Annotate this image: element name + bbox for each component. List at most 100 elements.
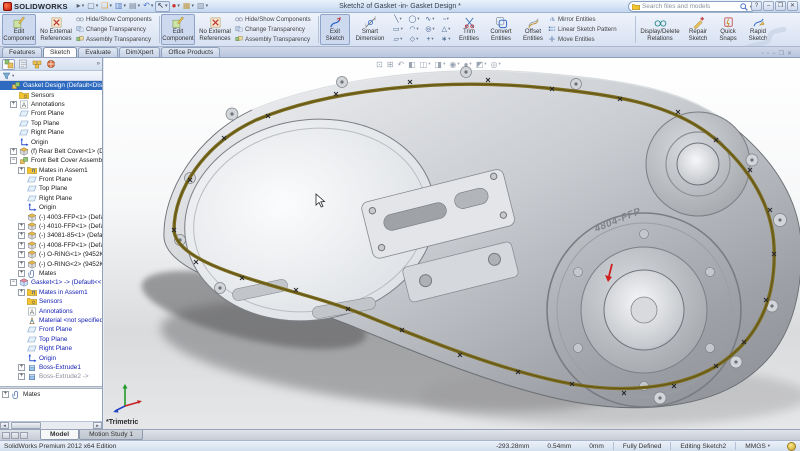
tree-expander-icon[interactable]: + xyxy=(18,223,25,230)
no-external-references-button-2[interactable]: No External References xyxy=(195,14,235,45)
tree-item[interactable]: +Mates xyxy=(0,269,102,278)
app-logo[interactable]: SOLIDWORKS xyxy=(0,2,68,11)
select-cursor-button[interactable]: ↖▾ xyxy=(155,1,169,12)
tree-item[interactable]: +Mates xyxy=(0,390,102,399)
polygon-tool-button[interactable]: △▾ xyxy=(438,25,454,35)
search-box[interactable]: Search files and models ▾ xyxy=(628,1,756,12)
trim-entities-button[interactable]: Trim Entities xyxy=(454,14,484,45)
assembly-transparency-button[interactable]: Assembly Transparency xyxy=(76,35,158,44)
zoom-area-button[interactable]: ⊞ xyxy=(387,61,394,69)
tree-item[interactable]: +(-) O-RING<2> (9452K7 xyxy=(0,259,102,268)
hide-show-components-button-2[interactable]: Hide/Show Components xyxy=(235,15,317,24)
doc-window-button[interactable]: ▫ xyxy=(762,51,764,57)
file-properties-button[interactable]: ▦▾ xyxy=(182,1,195,12)
doc-window-button[interactable]: ❐ xyxy=(779,50,784,57)
tree-item[interactable]: +(-) 4008-FFP<1> (Defau xyxy=(0,241,102,250)
tree-expander-icon[interactable]: + xyxy=(18,242,25,249)
graphics-viewport[interactable]: 4804-FFP xyxy=(104,58,800,429)
rectangle-tool-button[interactable]: ▭▾ xyxy=(390,25,406,35)
edit-appearance-button[interactable]: ●▾ xyxy=(464,61,472,69)
tree-item[interactable]: Top Plane xyxy=(0,184,102,193)
tree-item[interactable]: Top Plane xyxy=(0,335,102,344)
search-icon[interactable] xyxy=(740,3,748,11)
view-orientation-button[interactable]: ◫▾ xyxy=(420,61,431,69)
tree-expander-icon[interactable]: + xyxy=(10,148,17,155)
tree-expander-icon[interactable]: + xyxy=(18,289,25,296)
tree-item[interactable]: Sensors xyxy=(0,297,102,306)
options-button[interactable]: ▧▾ xyxy=(196,1,209,12)
quick-tips-icon[interactable] xyxy=(787,442,796,451)
tree-expander-icon[interactable]: + xyxy=(18,261,25,268)
tab-features[interactable]: Features xyxy=(2,47,42,57)
splitter-button[interactable] xyxy=(20,432,28,439)
tab-motion-study[interactable]: Motion Study 1 xyxy=(79,430,143,440)
tree-expander-icon[interactable]: + xyxy=(18,270,25,277)
tree-item[interactable]: Right Plane xyxy=(0,344,102,353)
restore-button[interactable]: ❐ xyxy=(775,1,786,11)
edit-component-button-2[interactable]: Edit Component xyxy=(161,14,195,45)
splitter-button[interactable] xyxy=(2,432,10,439)
tree-item[interactable]: Sensors xyxy=(0,90,102,99)
text-tool-button[interactable]: ∗▾ xyxy=(438,35,454,45)
change-transparency-button[interactable]: Change Transparency xyxy=(76,25,158,34)
tab-dimxpert[interactable]: DimXpert xyxy=(119,47,160,57)
tree-expander-icon[interactable]: + xyxy=(10,101,17,108)
minimize-button[interactable]: – xyxy=(763,1,774,11)
linear-sketch-pattern-button[interactable]: Linear Sketch Pattern xyxy=(548,25,634,34)
exit-sketch-button[interactable]: Exit Sketch xyxy=(320,14,350,45)
tree-expander-icon[interactable]: + xyxy=(18,167,25,174)
tree-expander-icon[interactable]: + xyxy=(18,251,25,258)
assembly-transparency-button-2[interactable]: Assembly Transparency xyxy=(235,35,317,44)
point-tool-button[interactable]: ◇▾ xyxy=(406,35,422,45)
view-settings-button[interactable]: ◎▾ xyxy=(491,61,501,69)
tab-sketch[interactable]: Sketch xyxy=(43,47,77,57)
tree-item[interactable]: Origin xyxy=(0,137,102,146)
undo-button[interactable]: ↶▾ xyxy=(142,1,154,12)
tree-item[interactable]: +(-) 34081-85<1> (Defaul xyxy=(0,231,102,240)
splitter-button[interactable] xyxy=(11,432,19,439)
tree-item[interactable]: Top Plane xyxy=(0,119,102,128)
tab-office-products[interactable]: Office Products xyxy=(161,47,220,57)
tree-expander-icon[interactable]: − xyxy=(10,157,17,164)
panel-tabs-overflow[interactable]: » xyxy=(97,61,100,67)
tree-item[interactable]: Origin xyxy=(0,203,102,212)
panel-horizontal-scrollbar[interactable]: ◂ ▸ xyxy=(0,421,102,429)
convert-entities-button[interactable]: Convert Entities xyxy=(484,14,518,45)
scroll-thumb[interactable] xyxy=(11,422,41,429)
tree-item[interactable]: −Front Belt Cover Assembly< xyxy=(0,156,102,165)
display-delete-relations-button[interactable]: Display/Delete Relations xyxy=(637,14,683,45)
tree-item[interactable]: Front Plane xyxy=(0,109,102,118)
property-manager-tab[interactable] xyxy=(16,59,29,70)
section-view-button[interactable]: ◧ xyxy=(408,61,416,69)
apply-scene-button[interactable]: ◩▾ xyxy=(476,61,487,69)
help-button[interactable]: ? xyxy=(751,1,762,11)
zoom-fit-button[interactable]: ⊡ xyxy=(376,61,383,69)
tree-item[interactable]: AAnnotations xyxy=(0,306,102,315)
tree-item[interactable]: Origin xyxy=(0,353,102,362)
spline-tool-button[interactable]: ∿▾ xyxy=(422,15,438,25)
units-selector[interactable]: MMGS▾ xyxy=(736,443,779,450)
smart-dimension-button[interactable]: Smart Dimension xyxy=(350,14,390,45)
tree-expander-icon[interactable]: + xyxy=(18,232,25,239)
construction-tool-button[interactable]: ▫▾ xyxy=(438,15,454,25)
repair-sketch-button[interactable]: Repair Sketch xyxy=(683,14,713,45)
new-document-button[interactable]: ▢▾ xyxy=(86,1,99,12)
tree-item[interactable]: Right Plane xyxy=(0,194,102,203)
arc-tool-button[interactable]: ◠▾ xyxy=(406,25,422,35)
tree-item[interactable]: +(-) O-RING<1> (9452K1 xyxy=(0,250,102,259)
doc-window-button[interactable]: − xyxy=(772,51,776,57)
doc-window-button[interactable]: ✕ xyxy=(787,50,792,57)
tree-item[interactable]: Gasket Design (Default<Displa xyxy=(0,81,102,90)
tree-item[interactable]: Material <not specified> xyxy=(0,316,102,325)
display-style-button[interactable]: ◨▾ xyxy=(435,61,446,69)
ellipse-tool-button[interactable]: ◎▾ xyxy=(422,25,438,35)
tree-item[interactable]: +Mates in Assem1 xyxy=(0,166,102,175)
tree-item[interactable]: Right Plane xyxy=(0,128,102,137)
move-entities-button[interactable]: Move Entities xyxy=(548,35,634,44)
open-document-button[interactable]: ❏▾ xyxy=(100,1,113,12)
slot-tool-button[interactable]: ▱▾ xyxy=(390,35,406,45)
tree-item[interactable]: +AAnnotations xyxy=(0,100,102,109)
hide-show-items-button[interactable]: ◉▾ xyxy=(449,61,459,69)
pane-splitter[interactable] xyxy=(0,386,102,389)
tab-evaluate[interactable]: Evaluate xyxy=(78,47,118,57)
